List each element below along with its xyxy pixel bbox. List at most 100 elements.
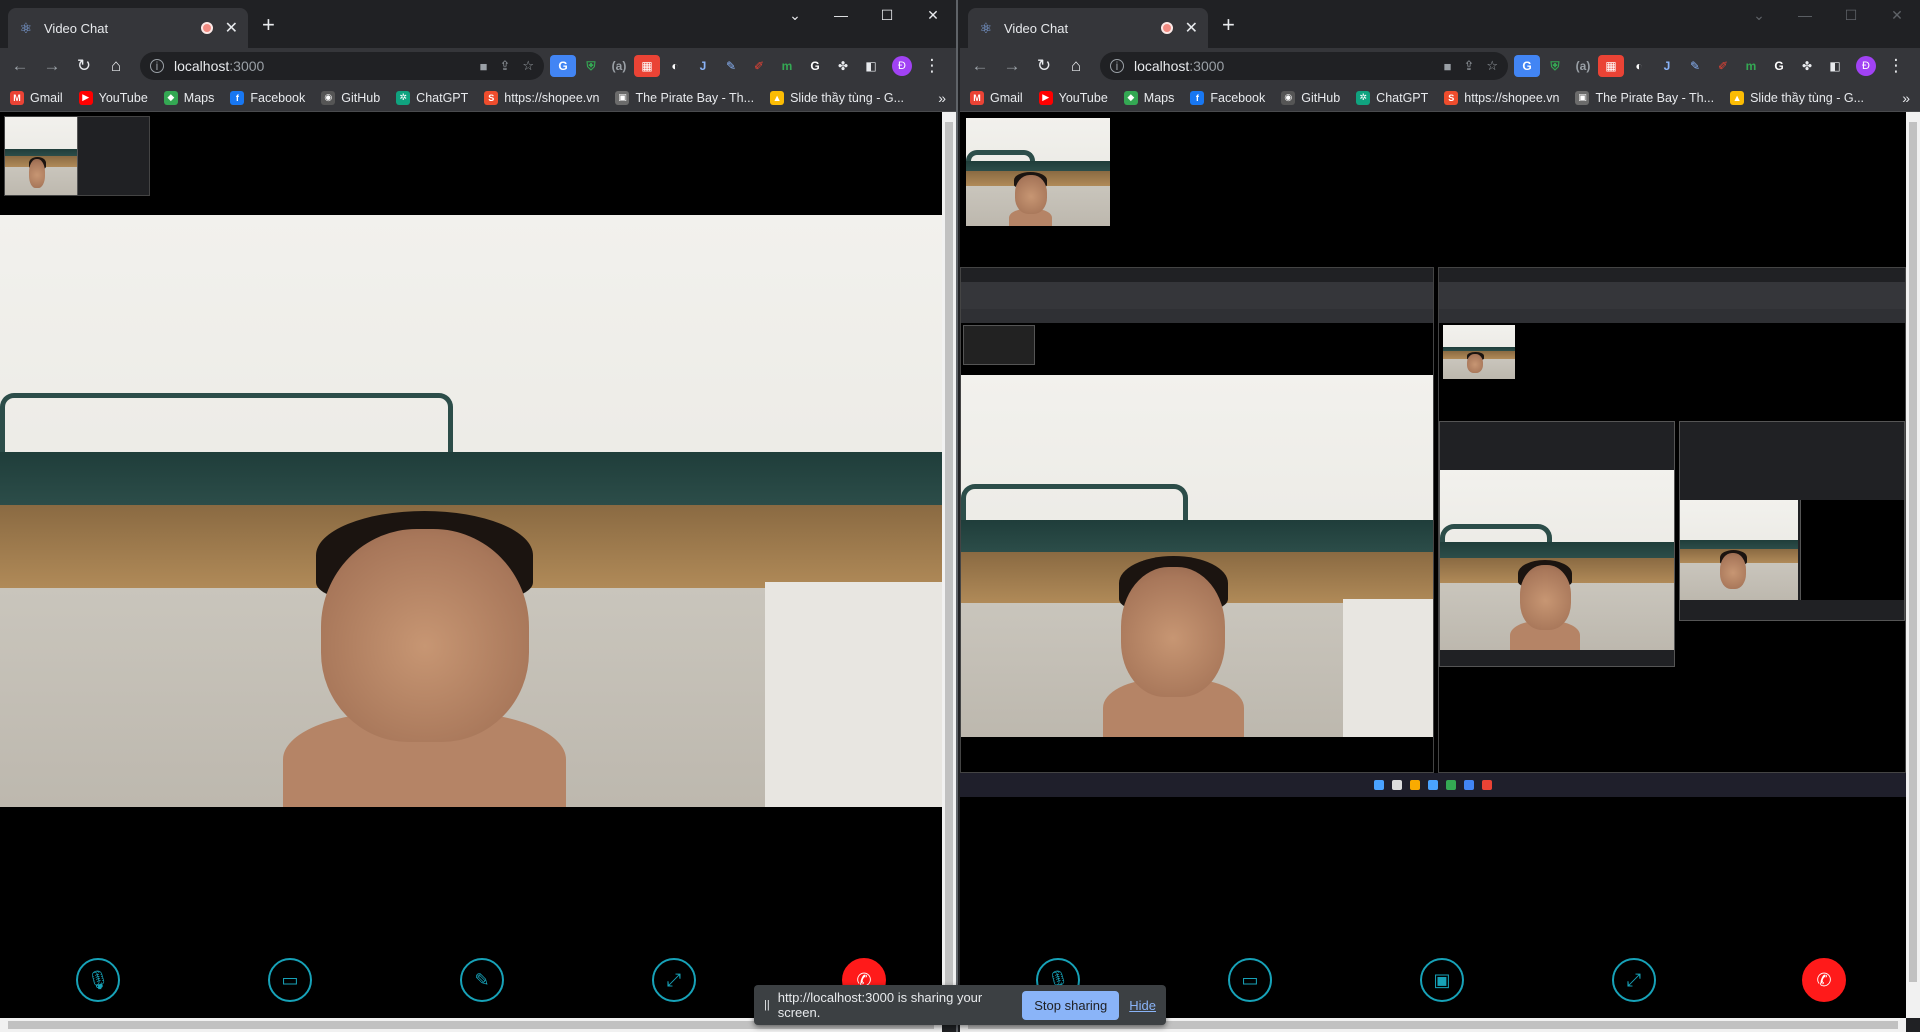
tab-search-icon[interactable]: ⌄ xyxy=(772,0,818,30)
extension-g-icon[interactable]: G xyxy=(802,55,828,77)
bookmark-piratebay[interactable]: ▣ The Pirate Bay - Th... xyxy=(1575,90,1714,105)
extension-color-wheel-icon[interactable]: ◐ xyxy=(1626,55,1652,77)
google-translate-icon[interactable]: G xyxy=(1514,55,1540,77)
back-button[interactable]: ← xyxy=(966,52,994,80)
vertical-scrollbar[interactable] xyxy=(942,112,956,1018)
extensions-puzzle-icon[interactable]: ✤ xyxy=(1794,55,1820,77)
camera-in-use-icon[interactable]: ■ xyxy=(480,59,488,74)
bookmark-chatgpt[interactable]: ✲ ChatGPT xyxy=(1356,90,1428,105)
extension-j-icon[interactable]: J xyxy=(690,55,716,77)
local-video-thumbnail[interactable] xyxy=(966,118,1110,226)
eyedropper-icon[interactable]: ✎ xyxy=(718,55,744,77)
site-info-icon[interactable]: i xyxy=(150,59,164,73)
bookmark-star-icon[interactable]: ☆ xyxy=(1486,58,1498,74)
piratebay-icon: ▣ xyxy=(615,90,630,105)
extension-red-icon[interactable]: ▦ xyxy=(634,55,660,77)
screen-share-button[interactable]: ▣ xyxy=(1420,958,1464,1002)
extension-pen-icon[interactable]: ✐ xyxy=(746,55,772,77)
bookmark-youtube[interactable]: ▶ YouTube xyxy=(78,90,148,105)
close-window-button[interactable]: ✕ xyxy=(1874,0,1920,30)
address-bar[interactable]: i localhost:3000 ■ ⇪ ☆ xyxy=(140,52,544,80)
bookmark-star-icon[interactable]: ☆ xyxy=(522,58,534,74)
profile-avatar[interactable]: Đ xyxy=(892,56,912,76)
more-bookmarks-icon[interactable]: » xyxy=(1902,90,1910,106)
extensions-puzzle-icon[interactable]: ✤ xyxy=(830,55,856,77)
extension-m-icon[interactable]: m xyxy=(774,55,800,77)
site-info-icon[interactable]: i xyxy=(1110,59,1124,73)
bookmark-github[interactable]: ◉ GitHub xyxy=(321,90,380,105)
google-translate-icon[interactable]: G xyxy=(550,55,576,77)
reload-button[interactable]: ↻ xyxy=(1030,52,1058,80)
fullscreen-button[interactable]: ⤢ xyxy=(652,958,696,1002)
bookmark-facebook[interactable]: f Facebook xyxy=(1190,90,1265,105)
bookmark-facebook[interactable]: f Facebook xyxy=(230,90,305,105)
shield-icon[interactable]: ⛨ xyxy=(1542,55,1568,77)
chrome-menu-icon[interactable]: ⋮ xyxy=(1882,52,1910,80)
hide-notification-link[interactable]: Hide xyxy=(1129,998,1156,1013)
address-bar[interactable]: i localhost:3000 ■ ⇪ ☆ xyxy=(1100,52,1508,80)
minimize-button[interactable]: — xyxy=(818,0,864,30)
shield-icon[interactable]: ⛨ xyxy=(578,55,604,77)
new-tab-button[interactable]: + xyxy=(262,14,275,36)
bookmark-google-slides[interactable]: ▲ Slide thầy tùng - G... xyxy=(1730,90,1864,105)
bookmark-shopee[interactable]: Shttps://shopee.vn xyxy=(484,90,599,105)
extension-red-icon[interactable]: ▦ xyxy=(1598,55,1624,77)
extension-g-icon[interactable]: G xyxy=(1766,55,1792,77)
tab-video-chat[interactable]: ⚛ Video Chat ✕ xyxy=(968,8,1208,48)
url-port: :3000 xyxy=(1189,58,1225,74)
bookmark-maps[interactable]: ◆ Maps xyxy=(1123,90,1174,105)
home-button[interactable]: ⌂ xyxy=(102,52,130,80)
side-panel-icon[interactable]: ◧ xyxy=(858,55,884,77)
back-button[interactable]: ← xyxy=(6,52,34,80)
new-tab-button[interactable]: + xyxy=(1222,14,1235,36)
forward-button[interactable]: → xyxy=(998,52,1026,80)
tab-video-chat[interactable]: ⚛ Video Chat ✕ xyxy=(8,8,248,48)
bookmark-chatgpt[interactable]: ✲ ChatGPT xyxy=(396,90,469,105)
bookmark-google-slides[interactable]: ▲ Slide thầy tùng - G... xyxy=(770,90,904,105)
share-icon[interactable]: ⇪ xyxy=(499,58,510,74)
chrome-menu-icon[interactable]: ⋮ xyxy=(918,52,946,80)
bookmark-shopee[interactable]: Shttps://shopee.vn xyxy=(1444,90,1559,105)
fullscreen-button[interactable]: ⤢ xyxy=(1612,958,1656,1002)
whiteboard-button[interactable]: ✎ xyxy=(460,958,504,1002)
camera-in-use-icon[interactable]: ■ xyxy=(1444,59,1452,74)
camera-button[interactable]: ▭ xyxy=(268,958,312,1002)
vertical-scrollbar[interactable] xyxy=(1906,112,1920,1018)
extension-a-icon[interactable]: (a) xyxy=(1570,55,1596,77)
bookmark-piratebay[interactable]: ▣ The Pirate Bay - Th... xyxy=(615,90,754,105)
close-tab-icon[interactable]: ✕ xyxy=(1185,18,1198,38)
home-button[interactable]: ⌂ xyxy=(1062,52,1090,80)
extension-j-icon[interactable]: J xyxy=(1654,55,1680,77)
bookmark-youtube[interactable]: ▶ YouTube xyxy=(1038,90,1108,105)
extension-color-wheel-icon[interactable]: ◐ xyxy=(662,55,688,77)
profile-avatar[interactable]: Đ xyxy=(1856,56,1876,76)
eyedropper-icon[interactable]: ✎ xyxy=(1682,55,1708,77)
maximize-button[interactable]: ☐ xyxy=(1828,0,1874,30)
extension-pen-icon[interactable]: ✐ xyxy=(1710,55,1736,77)
share-icon[interactable]: ⇪ xyxy=(1463,58,1474,74)
local-video-thumbnail[interactable] xyxy=(4,116,150,196)
close-window-button[interactable]: ✕ xyxy=(910,0,956,30)
side-panel-icon[interactable]: ◧ xyxy=(1822,55,1848,77)
minimize-button[interactable]: — xyxy=(1782,0,1828,30)
bookmark-label: Gmail xyxy=(990,90,1023,105)
bookmark-gmail[interactable]: M Gmail xyxy=(970,90,1023,105)
reload-button[interactable]: ↻ xyxy=(70,52,98,80)
stop-sharing-button[interactable]: Stop sharing xyxy=(1022,990,1120,1020)
bookmark-github[interactable]: ◉ GitHub xyxy=(1281,90,1340,105)
bookmark-label: ChatGPT xyxy=(416,90,469,105)
bookmark-gmail[interactable]: M Gmail xyxy=(10,90,63,105)
youtube-icon: ▶ xyxy=(78,90,93,105)
hangup-button[interactable]: ✆ xyxy=(1802,958,1846,1002)
camera-button[interactable]: ▭ xyxy=(1228,958,1272,1002)
extension-m-icon[interactable]: m xyxy=(1738,55,1764,77)
close-tab-icon[interactable]: ✕ xyxy=(225,18,238,38)
forward-button[interactable]: → xyxy=(38,52,66,80)
more-bookmarks-icon[interactable]: » xyxy=(938,90,946,106)
bookmark-maps[interactable]: ◆ Maps xyxy=(163,90,214,105)
tab-search-icon[interactable]: ⌄ xyxy=(1736,0,1782,30)
microphone-button[interactable]: 🎙 xyxy=(76,958,120,1002)
extension-a-icon[interactable]: (a) xyxy=(606,55,632,77)
maximize-button[interactable]: ☐ xyxy=(864,0,910,30)
facebook-icon: f xyxy=(1190,90,1205,105)
